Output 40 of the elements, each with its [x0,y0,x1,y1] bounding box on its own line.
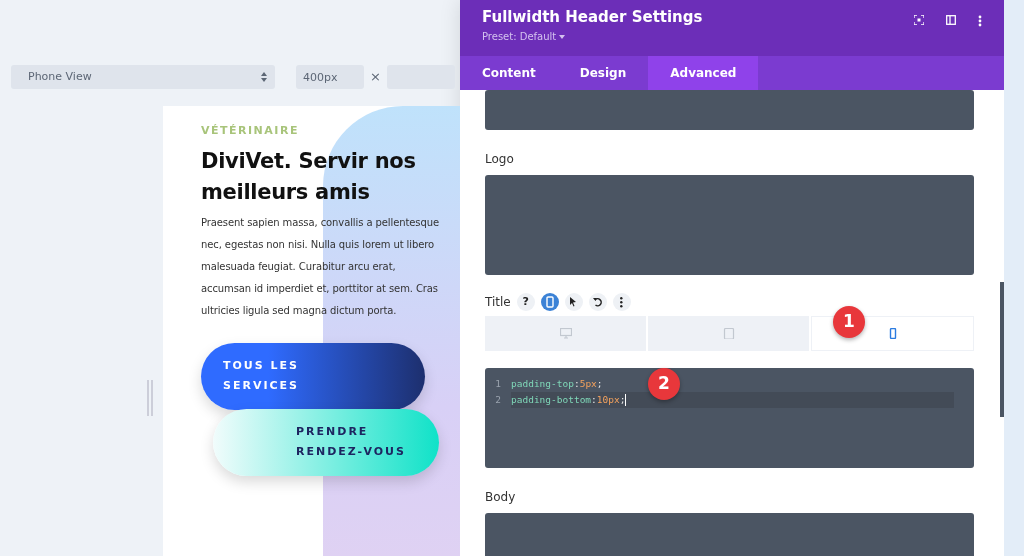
field-label: Title [485,294,511,311]
tablet-icon [722,328,735,339]
cursor-button[interactable] [564,293,583,311]
reset-button[interactable] [588,293,607,311]
focus-icon[interactable] [914,15,924,25]
panel-title: Fullwidth Header Settings [482,7,703,28]
line-number: 1 [494,376,502,391]
times-sign: × [370,68,381,87]
resize-handle-icon[interactable] [147,380,153,416]
image-field[interactable] [485,90,974,130]
heading: DiviVet. Servir nos meilleurs amis [201,147,417,206]
preset-dropdown[interactable]: Preset: Default [482,28,703,44]
desktop-icon [559,328,572,339]
help-button[interactable]: ? [516,293,535,311]
body-text: Praesent sapien massa, convallis a pellentesque nec, egestas non nisi. Nulla quis lorem ut libero malesuada feugiat. Curabitur arcu erat, accumsan id imperdiet et, porttitor at sem. Cras ultricies ligula sed magna dictum porta. [201,215,440,318]
more-button[interactable] [612,293,631,311]
split-view-icon[interactable] [946,15,956,25]
caret-icon [559,34,566,39]
width-field[interactable]: 400px [296,65,364,89]
field-label: Logo [485,151,515,168]
image-field[interactable] [485,175,974,275]
panel-tab[interactable]: Content [460,56,558,90]
more-icon [620,296,624,308]
panel-tab[interactable]: Design [557,56,649,90]
field-label: Body [485,489,517,506]
view-select[interactable]: Phone View [11,65,275,89]
appointment-button[interactable]: PRENDRE RENDEZ-VOUS [213,408,439,476]
cursor-icon [570,297,578,307]
more-icon[interactable] [978,15,982,27]
phone-button[interactable] [540,293,559,311]
code-line: padding-bottom:10px; [511,392,626,407]
eyebrow-text: VÉTÉRINAIRE [201,123,300,139]
services-button[interactable]: TOUS LES SERVICES [201,342,425,410]
code-line: padding-top:5px; [511,376,603,391]
text-cursor [625,394,627,406]
line-number: 2 [494,392,502,407]
phone-tab[interactable] [811,316,974,351]
scrollbar[interactable] [1000,282,1004,417]
panel-tab[interactable]: Advanced [648,56,759,90]
updown-icon [261,72,267,82]
